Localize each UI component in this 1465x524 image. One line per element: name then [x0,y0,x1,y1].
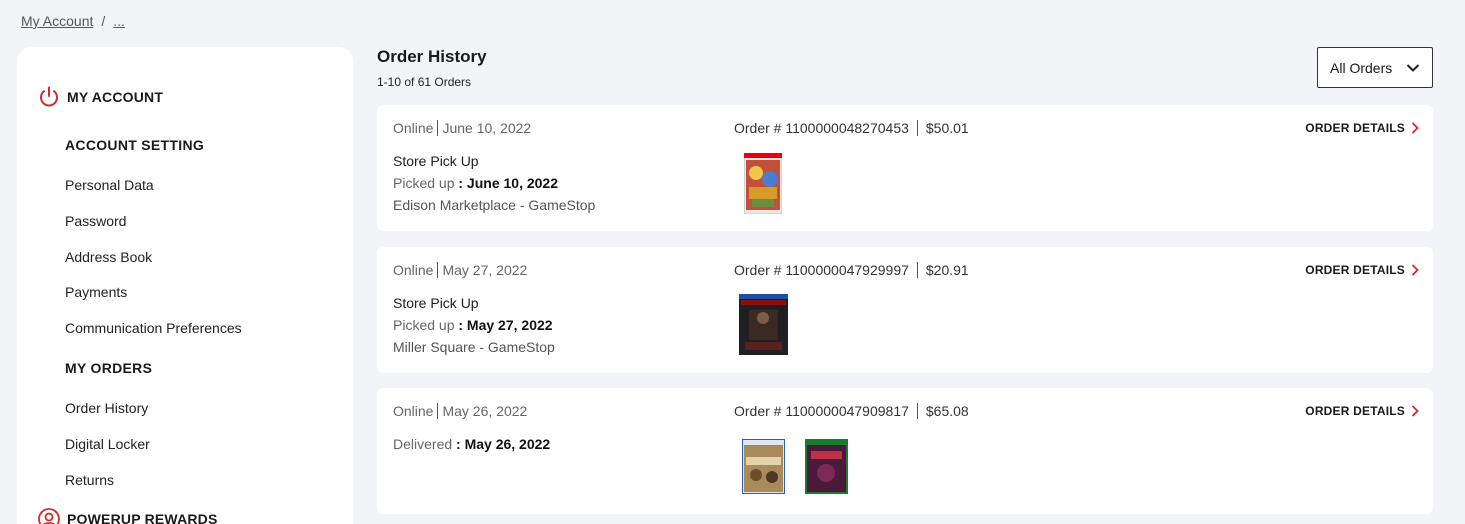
chevron-right-icon [1411,264,1419,276]
status-date: : May 27, 2022 [458,317,553,333]
order-filter-value: All Orders [1330,59,1393,76]
sidebar-item-digital-locker[interactable]: Digital Locker [65,436,150,452]
product-thumbnail[interactable] [739,294,788,355]
chevron-down-icon [1406,63,1420,72]
pickup-store: Miller Square - GameStop [393,339,555,355]
divider [916,403,918,419]
user-circle-icon [38,508,60,524]
powerup-rewards-heading: POWERUP REWARDS [67,511,218,524]
order-number: Order # 1100000047929997 [734,262,909,278]
breadcrumb-current-link[interactable]: ... [113,13,125,29]
order-date: June 10, 2022 [442,120,532,136]
status-date: : May 26, 2022 [456,436,551,452]
order-date: May 27, 2022 [442,262,528,278]
breadcrumb-separator: / [101,13,106,29]
my-orders-heading: MY ORDERS [65,360,153,376]
order-card: Online June 10, 2022 Order # 11000000482… [377,105,1433,231]
divider [437,403,439,419]
order-number: Order # 1100000048270453 [734,120,909,136]
order-total: $50.01 [925,120,969,136]
order-details-label: ORDER DETAILS [1305,404,1405,418]
product-thumbnail[interactable] [742,439,785,494]
chevron-right-icon [1411,122,1419,134]
sidebar-item-personal-data[interactable]: Personal Data [65,177,154,193]
order-number-total: Order # 1100000048270453 $50.01 [734,120,969,136]
fulfillment-method: Store Pick Up [393,295,479,311]
divider [916,120,918,136]
order-details-link[interactable]: ORDER DETAILS [1305,404,1419,418]
order-filter-dropdown[interactable]: All Orders [1317,47,1433,88]
sidebar-item-communication-preferences[interactable]: Communication Preferences [65,320,242,336]
order-total: $20.91 [925,262,969,278]
order-details-link[interactable]: ORDER DETAILS [1305,263,1419,277]
order-count: 1-10 of 61 Orders [377,75,472,89]
order-card: Online May 27, 2022 Order # 110000004792… [377,247,1433,373]
product-thumbnail[interactable] [744,153,782,214]
order-card: Online May 26, 2022 Order # 110000004790… [377,388,1433,514]
power-icon [40,86,58,107]
fulfillment-status: Delivered : May 26, 2022 [393,436,550,452]
breadcrumb-my-account-link[interactable]: My Account [21,13,93,29]
status-date: : June 10, 2022 [458,175,558,191]
chevron-right-icon [1411,405,1419,417]
fulfillment-method: Store Pick Up [393,153,479,169]
order-date: May 26, 2022 [442,403,528,419]
status-label: Picked up [393,175,455,191]
account-sidebar: MY ACCOUNT ACCOUNT SETTING Personal Data… [17,47,353,524]
status-label: Picked up [393,317,455,333]
my-account-section[interactable]: MY ACCOUNT [37,85,163,109]
order-channel-label: Online [393,120,434,136]
divider [916,262,918,278]
order-channel: Online June 10, 2022 [393,120,531,136]
pickup-store: Edison Marketplace - GameStop [393,197,596,213]
powerup-rewards-section[interactable]: POWERUP REWARDS [37,507,218,524]
order-channel: Online May 26, 2022 [393,403,527,419]
order-details-label: ORDER DETAILS [1305,263,1405,277]
divider [437,262,439,278]
order-number-total: Order # 1100000047909817 $65.08 [734,403,969,419]
account-setting-heading: ACCOUNT SETTING [65,137,205,153]
order-number-total: Order # 1100000047929997 $20.91 [734,262,969,278]
fulfillment-status: Picked up : June 10, 2022 [393,175,558,191]
sidebar-item-order-history[interactable]: Order History [65,400,148,416]
order-channel-label: Online [393,262,434,278]
order-channel-label: Online [393,403,434,419]
breadcrumb: My Account / ... [21,13,125,29]
my-account-heading: MY ACCOUNT [67,89,164,105]
order-total: $65.08 [925,403,969,419]
order-channel: Online May 27, 2022 [393,262,527,278]
order-number: Order # 1100000047909817 [734,403,909,419]
order-details-link[interactable]: ORDER DETAILS [1305,121,1419,135]
divider [437,120,439,136]
fulfillment-status: Picked up : May 27, 2022 [393,317,553,333]
sidebar-item-address-book[interactable]: Address Book [65,249,152,265]
sidebar-item-returns[interactable]: Returns [65,472,114,488]
order-details-label: ORDER DETAILS [1305,121,1405,135]
sidebar-item-payments[interactable]: Payments [65,284,127,300]
status-label: Delivered [393,436,453,452]
product-thumbnail[interactable] [805,439,848,494]
page-title: Order History [377,47,487,66]
sidebar-item-password[interactable]: Password [65,213,126,229]
